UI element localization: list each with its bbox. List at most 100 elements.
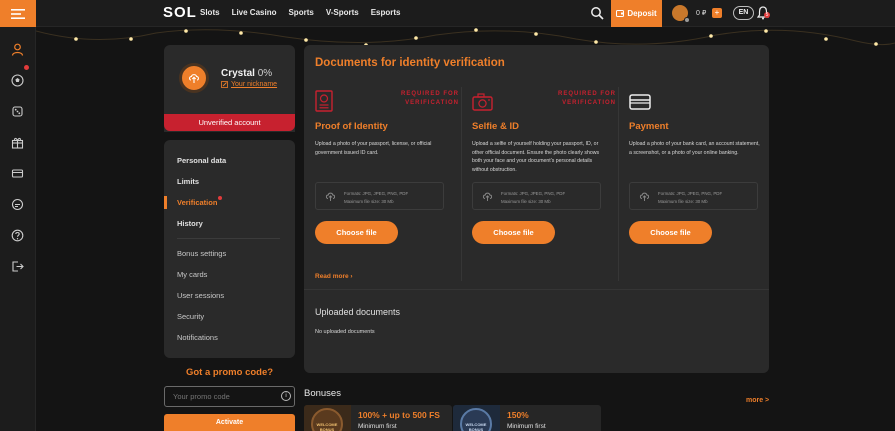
uploaded-documents-empty: No uploaded documents xyxy=(315,329,375,335)
choose-file-button[interactable]: Choose file xyxy=(629,221,712,244)
notification-badge: 5 xyxy=(764,12,770,18)
upload-hint: Formats: JPG, JPEG, PNG, PDF Maximum file… xyxy=(344,191,409,204)
chevron-right-icon: › xyxy=(350,273,353,280)
menu-bonus-settings[interactable]: Bonus settings xyxy=(177,249,226,258)
doc-proof-of-identity: REQUIRED FOR VERIFICATION Proof of Ident… xyxy=(315,90,459,295)
nav-esports[interactable]: Esports xyxy=(371,8,401,17)
dice-icon[interactable] xyxy=(11,105,24,118)
bonus-amount: 100% + up to 500 FS xyxy=(358,410,440,420)
choose-file-button[interactable]: Choose file xyxy=(472,221,555,244)
menu-limits[interactable]: Limits xyxy=(177,177,199,186)
upload-cloud-icon xyxy=(639,192,650,201)
upload-dropzone[interactable]: Formats: JPG, JPEG, PNG, PDF Maximum file… xyxy=(629,182,758,210)
read-more-link[interactable]: Read more › xyxy=(315,273,353,280)
bonus-image: WELCOME BONUS xyxy=(304,405,351,431)
doc-title: Selfie & ID xyxy=(472,121,519,132)
menu-notifications[interactable]: Notifications xyxy=(177,333,218,342)
menu-user-sessions[interactable]: User sessions xyxy=(177,291,224,300)
doc-description: Upload a photo of your passport, license… xyxy=(315,141,432,156)
profile-completion: 0% xyxy=(257,68,273,79)
account-menu: Personal data Limits Verification Histor… xyxy=(164,140,295,358)
uploaded-documents-title: Uploaded documents xyxy=(315,307,401,317)
menu-personal-data[interactable]: Personal data xyxy=(177,156,226,165)
menu-security[interactable]: Security xyxy=(177,312,204,321)
hamburger-icon xyxy=(11,8,25,19)
profile-name: Crystal 0% xyxy=(221,68,273,79)
logo[interactable]: SOL xyxy=(163,4,197,22)
nav-sports[interactable]: Sports xyxy=(288,8,313,17)
menu-divider xyxy=(177,238,280,239)
profile-alert-dot xyxy=(24,65,29,70)
upload-hint: Formats: JPG, JPEG, PNG, PDF Maximum file… xyxy=(658,191,723,204)
edit-icon xyxy=(221,81,228,88)
deposit-button[interactable]: Deposit xyxy=(611,0,662,27)
bonus-subtitle: Minimum first xyxy=(358,423,397,430)
bonus-card[interactable]: WELCOME BONUS 100% + up to 500 FS Minimu… xyxy=(304,405,452,431)
main-nav: Slots Live Casino Sports V-Sports Esport… xyxy=(200,8,401,17)
bonus-amount: 150% xyxy=(507,410,529,420)
nickname-label: Your nickname xyxy=(231,81,278,88)
column-divider xyxy=(461,87,462,281)
doc-description: Upload a photo of your bank card, an acc… xyxy=(629,141,760,156)
required-label: REQUIRED FOR VERIFICATION xyxy=(557,91,616,106)
doc-title: Proof of Identity xyxy=(315,121,388,132)
upload-hint: Formats: JPG, JPEG, PNG, PDF Maximum file… xyxy=(501,191,566,204)
deposit-label: Deposit xyxy=(627,9,657,18)
upload-cloud-icon xyxy=(482,192,493,201)
menu-button[interactable] xyxy=(0,0,36,27)
bonuses-more-link[interactable]: more > xyxy=(746,397,769,404)
help-icon[interactable] xyxy=(11,229,24,242)
upload-dropzone[interactable]: Formats: JPG, JPEG, PNG, PDF Maximum file… xyxy=(472,182,601,210)
ticket-icon[interactable] xyxy=(11,167,24,180)
doc-title: Payment xyxy=(629,121,669,132)
search-icon[interactable] xyxy=(590,6,604,20)
card-icon xyxy=(629,94,651,110)
promo-title: Got a promo code? xyxy=(185,367,274,378)
menu-my-cards[interactable]: My cards xyxy=(177,270,207,279)
menu-verification[interactable]: Verification xyxy=(177,198,217,207)
nav-live-casino[interactable]: Live Casino xyxy=(232,8,277,17)
section-divider xyxy=(304,289,769,290)
verification-alert-dot xyxy=(218,196,222,200)
camera-icon xyxy=(472,93,493,111)
balance[interactable]: 0 ₽ xyxy=(696,9,706,17)
bonus-subtitle: Minimum first xyxy=(507,423,546,430)
nickname-link[interactable]: Your nickname xyxy=(221,81,277,88)
chat-icon[interactable] xyxy=(11,198,24,211)
bonuses-title: Bonuses xyxy=(304,388,341,399)
upload-cloud-icon xyxy=(325,192,336,201)
menu-history[interactable]: History xyxy=(177,219,203,228)
nav-slots[interactable]: Slots xyxy=(200,8,220,17)
activate-button[interactable]: Activate xyxy=(164,414,295,431)
doc-payment: Payment Upload a photo of your bank card… xyxy=(629,90,773,295)
profile-icon[interactable] xyxy=(11,43,24,56)
logout-icon[interactable] xyxy=(11,260,24,273)
language-selector[interactable]: EN xyxy=(733,6,754,20)
doc-selfie-id: REQUIRED FOR VERIFICATION Selfie & ID Up… xyxy=(472,90,616,295)
unverified-status: Unverified account xyxy=(164,114,295,131)
avatar[interactable] xyxy=(672,5,690,23)
doc-description: Upload a selfie of yourself holding your… xyxy=(472,141,600,173)
profile-avatar[interactable] xyxy=(179,63,209,93)
active-indicator xyxy=(164,196,167,209)
bonus-card[interactable]: WELCOME BONUS 150% Minimum first xyxy=(453,405,601,431)
add-funds-button[interactable]: + xyxy=(712,8,722,18)
gift-icon[interactable] xyxy=(11,136,24,149)
welcome-bonus-badge: WELCOME BONUS xyxy=(311,408,343,431)
wallet-icon xyxy=(616,10,625,17)
upload-photo-icon xyxy=(189,74,199,83)
left-rail xyxy=(0,27,36,431)
nav-v-sports[interactable]: V-Sports xyxy=(326,8,359,17)
info-icon[interactable]: i xyxy=(281,391,291,401)
promo-code-input[interactable] xyxy=(164,386,295,407)
bonus-image: WELCOME BONUS xyxy=(453,405,500,431)
page-title: Documents for identity verification xyxy=(315,57,505,69)
top-bar: SOL Slots Live Casino Sports V-Sports Es… xyxy=(0,0,895,27)
verification-panel: Documents for identity verification REQU… xyxy=(304,45,769,373)
sports-ball-icon[interactable] xyxy=(11,74,24,87)
column-divider xyxy=(618,87,619,281)
welcome-bonus-badge: WELCOME BONUS xyxy=(460,408,492,431)
level-dot xyxy=(684,17,690,23)
choose-file-button[interactable]: Choose file xyxy=(315,221,398,244)
upload-dropzone[interactable]: Formats: JPG, JPEG, PNG, PDF Maximum file… xyxy=(315,182,444,210)
